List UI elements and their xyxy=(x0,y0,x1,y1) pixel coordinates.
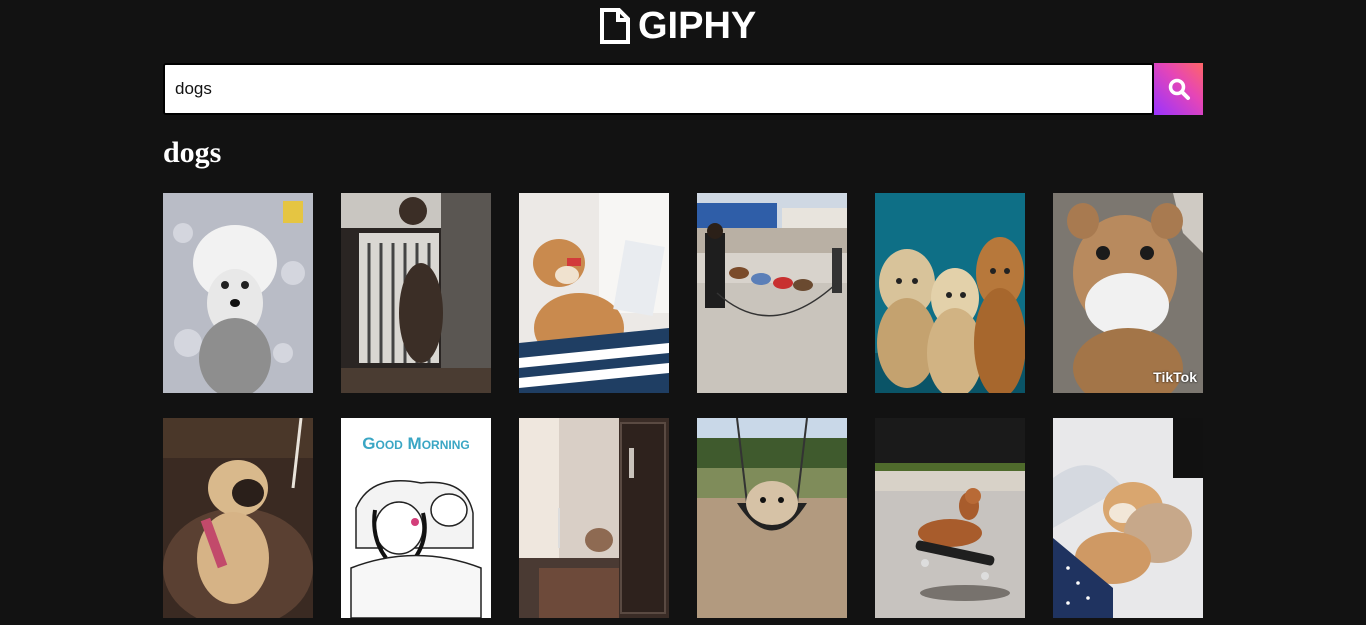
search-bar xyxy=(163,63,1203,115)
gif-tile[interactable] xyxy=(163,193,313,393)
dog-at-window-gif xyxy=(341,193,491,393)
gif-tile[interactable]: Good Morning xyxy=(341,418,491,618)
search-input[interactable] xyxy=(163,63,1154,115)
dog-on-swing-gif xyxy=(697,418,847,618)
three-hound-dogs-gif xyxy=(875,193,1025,393)
tiktok-watermark: TikTok xyxy=(1153,369,1197,385)
fluffy-white-dog-gif xyxy=(163,193,313,393)
good-morning-text: Good Morning xyxy=(362,434,470,453)
dachshund-skateboard-gif xyxy=(875,418,1025,618)
gif-tile[interactable]: TikTok xyxy=(1053,193,1203,393)
gif-tile[interactable] xyxy=(875,193,1025,393)
search-icon xyxy=(1168,78,1190,100)
giphy-logo-icon xyxy=(600,8,630,44)
gif-tile[interactable] xyxy=(163,418,313,618)
giphy-logo[interactable]: GIPHY xyxy=(600,7,756,45)
gif-tile[interactable] xyxy=(519,193,669,393)
dog-in-dark-room-gif xyxy=(519,418,669,618)
gif-tile[interactable] xyxy=(519,418,669,618)
dogs-jump-rope-gif xyxy=(697,193,847,393)
results-title: dogs xyxy=(163,136,222,169)
logo-text: GIPHY xyxy=(638,5,757,47)
gif-tile[interactable] xyxy=(875,418,1025,618)
gif-tile[interactable] xyxy=(697,418,847,618)
gif-tile[interactable] xyxy=(1053,418,1203,618)
shiba-laptop-gif xyxy=(519,193,669,393)
pug-on-couch-gif xyxy=(163,418,313,618)
bulldog-face-mask-gif xyxy=(1053,193,1203,393)
gif-grid: TikTok Good Morning xyxy=(163,193,1203,618)
gif-tile[interactable] xyxy=(341,193,491,393)
gif-tile[interactable] xyxy=(697,193,847,393)
puppies-in-bed-gif xyxy=(1053,418,1203,618)
search-button[interactable] xyxy=(1154,63,1203,115)
